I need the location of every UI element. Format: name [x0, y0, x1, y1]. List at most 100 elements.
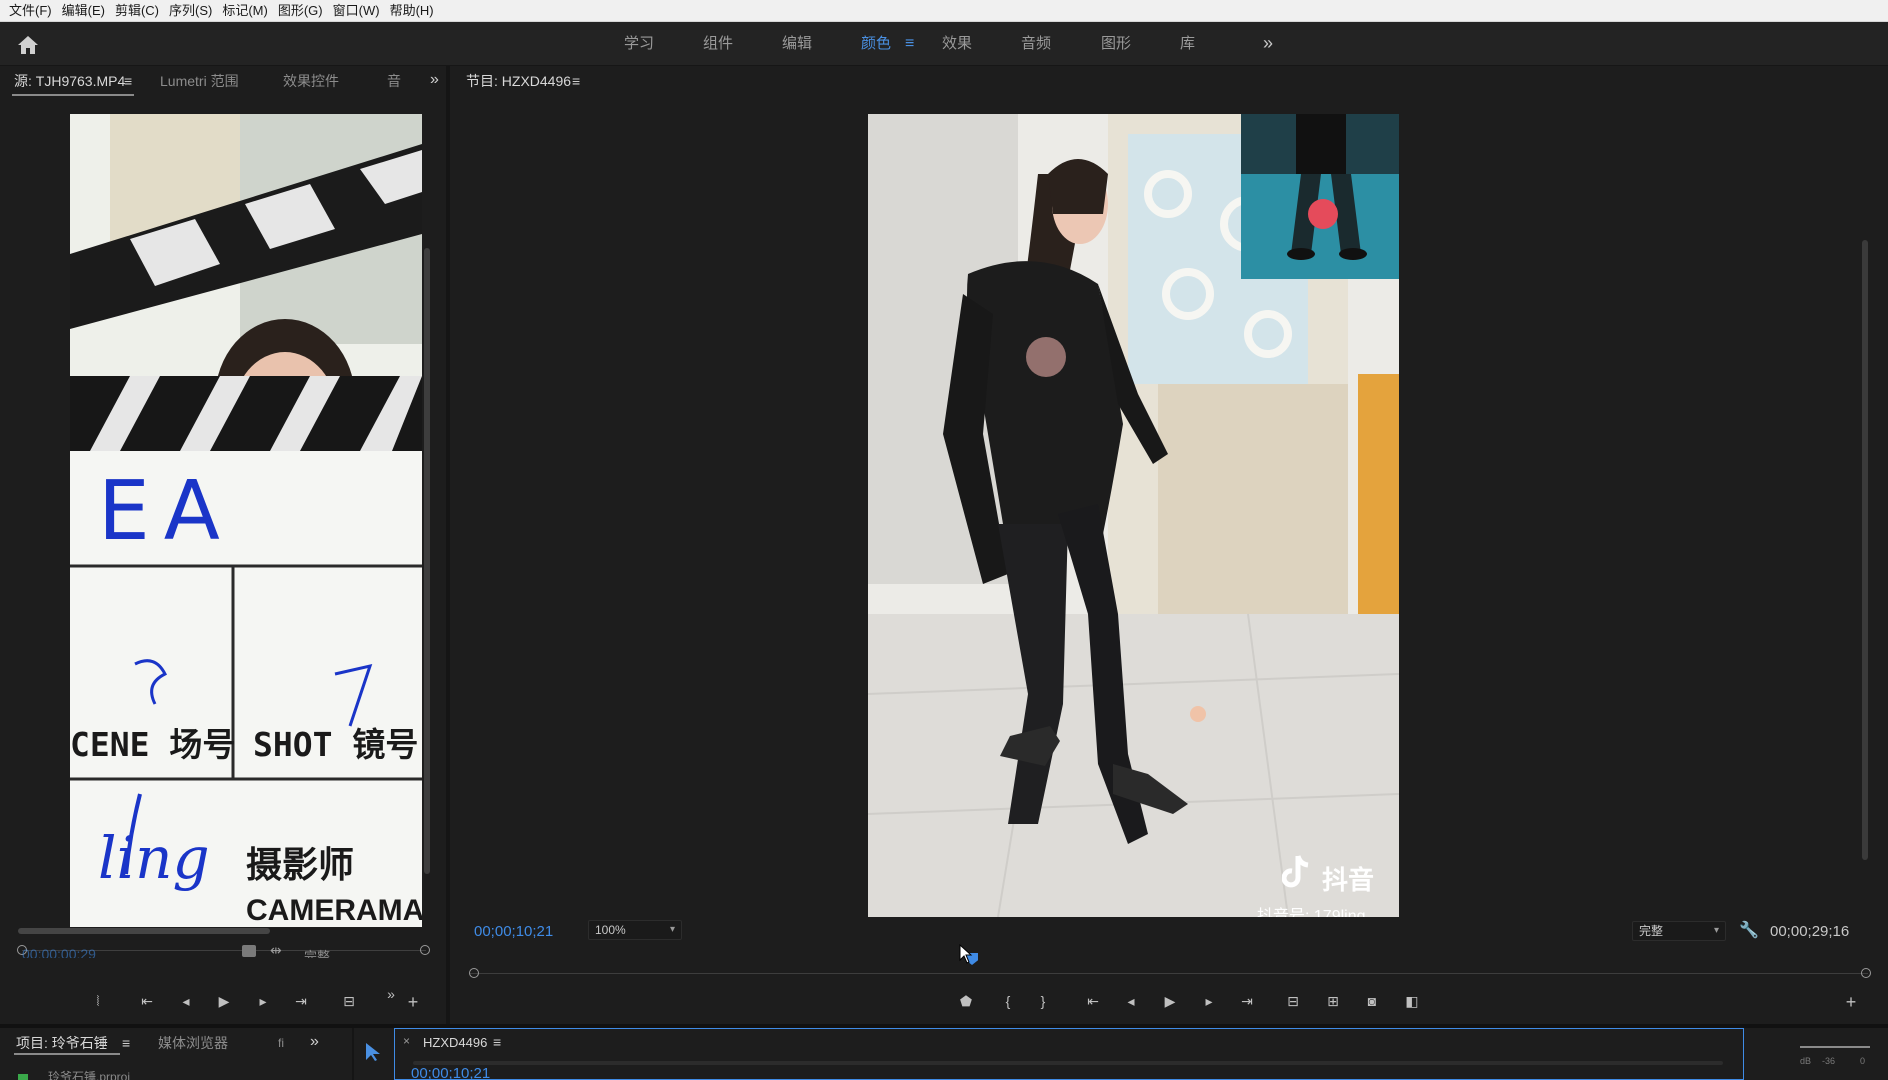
timeline-timecode[interactable]: 00;00;10;21 — [411, 1065, 490, 1079]
tab-lumetri-scopes[interactable]: Lumetri 范围 — [160, 66, 239, 96]
source-step-forward-icon[interactable]: ▸ — [252, 990, 274, 1012]
add-marker-icon[interactable]: ⬟ — [955, 990, 977, 1012]
slate-name: ling — [98, 824, 210, 892]
chevron-down-icon: ▾ — [669, 924, 675, 935]
program-zoom-handle-right[interactable] — [1861, 968, 1871, 978]
source-insert-icon[interactable]: ⇹ — [270, 942, 282, 959]
source-mark-out-icon[interactable]: ⦚ — [87, 990, 109, 1012]
audio-meters-panel: dB -36 0 — [1760, 1028, 1888, 1080]
timeline-menu-icon[interactable]: ≡ — [493, 1028, 501, 1056]
go-to-in-icon[interactable]: ⇤ — [1082, 990, 1104, 1012]
mouse-cursor-icon — [959, 944, 973, 964]
mark-out-icon[interactable]: } — [1032, 990, 1054, 1012]
source-go-to-in-icon[interactable]: ⇤ — [136, 990, 158, 1012]
workspace-graphics[interactable]: 图形 — [1101, 22, 1131, 66]
source-more-controls-icon[interactable]: » — [380, 983, 402, 1005]
program-zoom-dropdown[interactable]: 100% ▾ — [588, 920, 682, 940]
tab-program[interactable]: 节目: HZXD4496 — [466, 66, 571, 96]
tab-audio-mixer[interactable]: 音 — [387, 66, 401, 96]
menu-markers[interactable]: 标记(M) — [217, 0, 273, 22]
program-quality-value: 完整 — [1639, 924, 1664, 938]
home-icon[interactable] — [16, 34, 40, 56]
menu-bar: 文件(F) 编辑(E) 剪辑(C) 序列(S) 标记(M) 图形(G) 窗口(W… — [0, 0, 1888, 22]
export-frame-camera-icon[interactable]: ◙ — [1361, 990, 1383, 1012]
menu-sequence[interactable]: 序列(S) — [164, 0, 217, 22]
go-to-out-icon[interactable]: ⇥ — [1236, 990, 1258, 1012]
source-fit-dropdown[interactable]: 完整 — [304, 946, 330, 958]
project-file-name: 玲爷石锤.prproj — [48, 1070, 131, 1080]
timeline-zoom-scrollbar[interactable] — [413, 1061, 1723, 1065]
tab-info[interactable]: fi — [278, 1028, 284, 1058]
program-video-frame: 抖音 抖音号: 179ling — [868, 114, 1399, 917]
tab-media-browser[interactable]: 媒体浏览器 — [158, 1028, 228, 1058]
more-workspaces-icon[interactable]: » — [1263, 22, 1273, 66]
program-zoom-value: 100% — [595, 923, 626, 937]
program-scrollbar[interactable] — [1862, 240, 1868, 860]
slate-camera-label: 摄影师 — [246, 844, 355, 885]
slate-camera-en: CAMERAMA — [246, 894, 422, 927]
source-step-back-icon[interactable]: ◂ — [175, 990, 197, 1012]
workspace-effects[interactable]: 效果 — [942, 22, 972, 66]
program-time-ruler[interactable] — [470, 973, 1868, 974]
program-menu-icon[interactable]: ≡ — [572, 66, 580, 96]
play-icon[interactable]: ▶ — [1159, 990, 1181, 1012]
extract-icon[interactable]: ⊞ — [1322, 990, 1344, 1012]
tiktok-id-text: 抖音号: 179ling — [1257, 908, 1366, 917]
source-scrollbar[interactable] — [424, 248, 430, 874]
chevron-down-icon: ▾ — [1713, 925, 1719, 936]
source-insert-button-icon[interactable]: ⊟ — [338, 990, 360, 1012]
audio-meter-unit: dB — [1800, 1056, 1812, 1066]
workspace-assembly[interactable]: 组件 — [703, 22, 733, 66]
step-forward-icon[interactable]: ▸ — [1198, 990, 1220, 1012]
project-more-tabs-icon[interactable]: » — [310, 1028, 319, 1058]
lift-icon[interactable]: ⊟ — [1282, 990, 1304, 1012]
menu-clip[interactable]: 剪辑(C) — [110, 0, 164, 22]
program-timecode[interactable]: 00;00;10;21 — [474, 923, 553, 940]
workspace-libraries[interactable]: 库 — [1180, 22, 1195, 66]
source-fit-icon[interactable] — [242, 945, 256, 957]
source-go-to-out-icon[interactable]: ⇥ — [290, 990, 312, 1012]
tab-source[interactable]: 源: TJH9763.MP4 — [14, 66, 125, 96]
source-menu-icon[interactable]: ≡ — [124, 66, 132, 96]
program-duration: 00;00;29;16 — [1770, 923, 1850, 940]
source-tab-row: 源: TJH9763.MP4 ≡ Lumetri 范围 效果控件 音 » — [0, 66, 446, 96]
tab-timeline-sequence[interactable]: HZXD4496 — [423, 1029, 487, 1057]
menu-graphics[interactable]: 图形(G) — [273, 0, 328, 22]
tab-effect-controls[interactable]: 效果控件 — [283, 66, 339, 96]
source-add-button-icon[interactable]: + — [402, 991, 424, 1013]
menu-help[interactable]: 帮助(H) — [385, 0, 439, 22]
list-view-icon[interactable] — [18, 1074, 28, 1080]
source-zoom-scrollbar[interactable] — [18, 928, 270, 934]
workspace-learning[interactable]: 学习 — [624, 22, 654, 66]
menu-file[interactable]: 文件(F) — [4, 0, 57, 22]
tools-panel — [352, 1028, 392, 1080]
source-timecode[interactable]: 00;00;00;29 — [22, 946, 96, 958]
source-video-frame: EA CENE 场号 SHOT 镜号 ling 摄影师 CAMERAMA — [70, 114, 422, 927]
workspace-menu-icon[interactable]: ≡ — [905, 22, 914, 66]
menu-edit[interactable]: 编辑(E) — [57, 0, 110, 22]
tiktok-logo-icon — [1281, 854, 1309, 890]
more-tabs-icon[interactable]: » — [430, 66, 439, 96]
workspace-editing[interactable]: 编辑 — [782, 22, 812, 66]
selection-tool-icon[interactable] — [364, 1042, 382, 1062]
program-add-button-icon[interactable]: + — [1840, 991, 1862, 1013]
workspace-color[interactable]: 颜色 — [861, 22, 891, 66]
program-quality-dropdown[interactable]: 完整 ▾ — [1632, 921, 1726, 941]
panel-divider[interactable] — [448, 66, 450, 1024]
close-tab-icon[interactable]: × — [403, 1034, 410, 1048]
program-zoom-handle-left[interactable] — [469, 968, 479, 978]
source-play-icon[interactable]: ▶ — [213, 990, 235, 1012]
mark-in-icon[interactable]: { — [997, 990, 1019, 1012]
comparison-view-icon[interactable]: ◧ — [1401, 990, 1423, 1012]
source-zoom-handle-right[interactable] — [420, 945, 430, 955]
audio-meter-min: -36 — [1822, 1056, 1836, 1066]
project-panel: 项目: 玲爷石锤 ≡ 媒体浏览器 fi » 玲爷石锤.prproj — [0, 1028, 336, 1080]
workspace-audio[interactable]: 音频 — [1021, 22, 1051, 66]
active-tab-underline — [14, 1053, 120, 1055]
project-menu-icon[interactable]: ≡ — [122, 1028, 130, 1058]
step-back-icon[interactable]: ◂ — [1120, 990, 1142, 1012]
slate-scene-label: CENE 场号 — [70, 725, 236, 764]
menu-window[interactable]: 窗口(W) — [328, 0, 385, 22]
settings-wrench-icon[interactable]: 🔧 — [1739, 920, 1759, 940]
timeline-panel: × HZXD4496 ≡ 00;00;10;21 — [394, 1028, 1744, 1080]
